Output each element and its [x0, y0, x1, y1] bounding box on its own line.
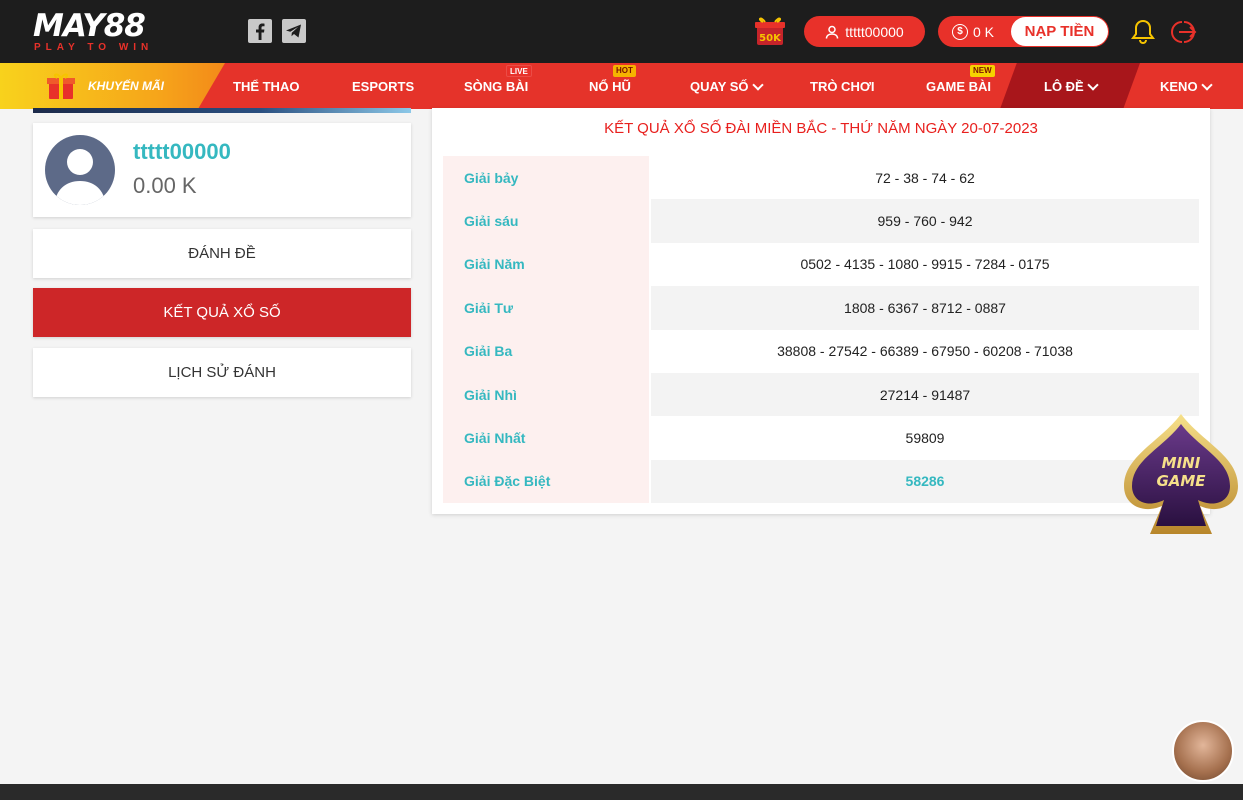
- support-chat-avatar[interactable]: [1172, 720, 1234, 782]
- prize-numbers: 38808 - 27542 - 66389 - 67950 - 60208 - …: [777, 343, 1073, 360]
- prize-name: Giải Ba: [443, 329, 649, 373]
- logout-icon[interactable]: [1170, 17, 1200, 47]
- logo-tagline: PLAY TO WIN: [34, 42, 154, 53]
- nav-item-game-bai[interactable]: GAME BÀI NEW: [926, 65, 995, 94]
- user-account-button[interactable]: ttttt00000: [804, 16, 925, 47]
- table-row: Giải Năm 0502 - 4135 - 1080 - 9915 - 728…: [443, 242, 1199, 287]
- prize-name: Giải sáu: [443, 199, 649, 243]
- nav-item-tro-choi[interactable]: TRÒ CHƠI: [810, 79, 875, 94]
- logo-text: MAY88: [33, 8, 146, 44]
- main-nav: KHUYẾN MÃI THỂ THAO ESPORTS SÒNG BÀI LIV…: [0, 63, 1243, 109]
- header-username: ttttt00000: [845, 23, 904, 40]
- results-table: Giải bảy 72 - 38 - 74 - 62 Giải sáu 959 …: [443, 156, 1199, 504]
- prize-name: Giải Năm: [443, 242, 649, 287]
- nav-item-label: NỔ HŨ: [589, 79, 631, 94]
- prize-numbers: 0502 - 4135 - 1080 - 9915 - 7284 - 0175: [800, 256, 1050, 273]
- prize-name: Giải bảy: [443, 156, 649, 200]
- minigame-button[interactable]: MINI GAME: [1120, 412, 1242, 536]
- deposit-button[interactable]: NẠP TIỀN: [1011, 17, 1108, 46]
- table-row: Giải bảy 72 - 38 - 74 - 62: [443, 156, 1199, 200]
- table-row: Giải Nhì 27214 - 91487: [443, 372, 1199, 417]
- nav-item-quay-so[interactable]: QUAY SỐ: [690, 78, 764, 94]
- nav-item-no-hu[interactable]: NỔ HŨ HOT: [589, 65, 636, 94]
- chevron-down-icon: [1087, 78, 1099, 91]
- hot-badge: HOT: [613, 65, 636, 77]
- table-row: Giải sáu 959 - 760 - 942: [443, 199, 1199, 243]
- prize-name: Giải Đặc Biệt: [443, 459, 649, 504]
- minigame-label-2: GAME: [1156, 472, 1206, 490]
- top-bar: MAY88 PLAY TO WIN 50K ttttt00000 $ 0 K N…: [0, 0, 1243, 63]
- prize-name: Giải Nhì: [443, 372, 649, 417]
- nav-item-label: GAME BÀI: [926, 79, 991, 94]
- user-icon: [826, 25, 839, 39]
- bell-icon[interactable]: [1130, 18, 1156, 46]
- nav-item-label: SÒNG BÀI: [464, 79, 529, 94]
- balance-pill: $ 0 K NẠP TIỀN: [938, 16, 1109, 47]
- bottom-bar: [0, 784, 1243, 800]
- live-badge: LIVE: [506, 65, 532, 77]
- lottery-results-panel: KẾT QUẢ XỔ SỐ ĐÀI MIỀN BẮC - THỨ NĂM NGÀ…: [432, 108, 1210, 514]
- table-row: Giải Đặc Biệt 58286: [443, 459, 1199, 504]
- nav-item-label: LÔ ĐỀ: [1044, 79, 1084, 94]
- sidebar-button-ket-qua-xo-so[interactable]: KẾT QUẢ XỔ SỐ: [33, 288, 411, 337]
- results-title: KẾT QUẢ XỔ SỐ ĐÀI MIỀN BẮC - THỨ NĂM NGÀ…: [604, 120, 1038, 137]
- gift-badge-text: 50K: [759, 33, 782, 44]
- prize-name: Giải Nhất: [443, 416, 649, 460]
- header-balance: 0 K: [973, 23, 995, 40]
- gift-icon: [46, 71, 76, 101]
- sidebar-button-lich-su-danh[interactable]: LỊCH SỬ ĐÁNH: [33, 348, 411, 397]
- special-prize-numbers: 58286: [651, 459, 1199, 504]
- nav-promotions[interactable]: KHUYẾN MÃI: [0, 63, 225, 109]
- nav-item-esports[interactable]: ESPORTS: [352, 79, 414, 94]
- nav-item-keno[interactable]: KENO: [1160, 78, 1213, 94]
- sidebar-banner-strip: [33, 108, 411, 113]
- prize-numbers: 959 - 760 - 942: [651, 199, 1199, 243]
- prize-numbers: 27214 - 91487: [651, 372, 1199, 417]
- chevron-down-icon: [751, 78, 764, 91]
- telegram-icon[interactable]: [282, 19, 306, 43]
- table-row: Giải Nhất 59809: [443, 416, 1199, 460]
- nav-item-label: THỂ THAO: [233, 79, 300, 94]
- avatar: [45, 135, 115, 205]
- nav-item-label: ESPORTS: [352, 79, 415, 94]
- nav-item-label: KENO: [1160, 79, 1198, 94]
- nav-item-label: TRÒ CHƠI: [810, 79, 875, 94]
- chevron-down-icon: [1200, 78, 1213, 91]
- prize-numbers: 1808 - 6367 - 8712 - 0887: [651, 286, 1199, 330]
- coin-icon: $: [952, 23, 968, 40]
- sidebar-button-danh-de[interactable]: ĐÁNH ĐỀ: [33, 229, 411, 278]
- minigame-label-1: MINI: [1162, 454, 1201, 472]
- new-badge: NEW: [970, 65, 995, 77]
- gift-box-icon[interactable]: 50K: [753, 16, 787, 46]
- table-row: Giải Tư 1808 - 6367 - 8712 - 0887: [443, 286, 1199, 330]
- nav-promo-label: KHUYẾN MÃI: [88, 79, 165, 93]
- table-row: Giải Ba 38808 - 27542 - 66389 - 67950 - …: [443, 329, 1199, 373]
- nav-item-label: QUAY SỐ: [690, 79, 749, 94]
- nav-item-lo-de[interactable]: LÔ ĐỀ: [1044, 78, 1099, 94]
- profile-username: ttttt00000: [133, 139, 231, 164]
- profile-balance: 0.00 K: [133, 173, 197, 198]
- profile-card: ttttt00000 0.00 K: [33, 123, 411, 217]
- may88-logo[interactable]: MAY88 PLAY TO WIN: [33, 10, 183, 54]
- nav-item-song-bai[interactable]: SÒNG BÀI LIVE: [464, 65, 532, 94]
- facebook-icon[interactable]: [248, 19, 272, 43]
- prize-numbers: 59809: [905, 430, 945, 447]
- nav-item-the-thao[interactable]: THỂ THAO: [233, 79, 299, 94]
- prize-name: Giải Tư: [443, 286, 649, 330]
- prize-numbers: 72 - 38 - 74 - 62: [875, 169, 975, 186]
